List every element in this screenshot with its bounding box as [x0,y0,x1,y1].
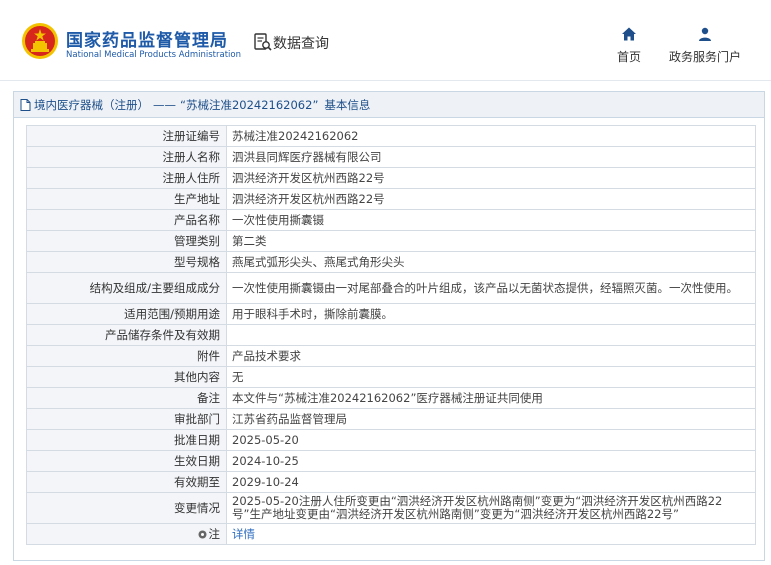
site-subtitle: National Medical Products Administration [66,50,241,60]
user-icon [699,27,711,41]
row-key: 生产地址 [26,188,227,210]
table-row: 审批部门 江苏省药品监督管理局 [26,408,756,430]
search-document-icon [254,33,272,51]
row-key: 批准日期 [26,429,227,451]
detail-panel: 境内医疗器械（注册） —— “苏械注准20242162062” 基本信息 注册证… [13,91,765,561]
row-key: 结构及组成/主要组成成分 [26,272,227,304]
row-value: 2024-10-25 [226,450,756,472]
row-key: 适用范围/预期用途 [26,303,227,325]
row-value: 2025-05-20注册人住所变更由“泗洪经济开发区杭州路南侧”变更为“泗洪经济… [226,492,756,524]
breadcrumb: 境内医疗器械（注册） —— “苏械注准20242162062” 基本信息 [14,92,764,118]
note-key-cell: 注 [26,523,227,545]
table-row: 生产地址 泗洪经济开发区杭州西路22号 [26,188,756,210]
row-value: 泗洪经济开发区杭州西路22号 [226,188,756,210]
row-value: 第二类 [226,230,756,252]
row-value: 一次性使用撕囊镊 [226,209,756,231]
breadcrumb-section[interactable]: 境内医疗器械（注册） [34,97,149,113]
table-row: 备注 本文件与“苏械注准20242162062”医疗器械注册证共同使用 [26,387,756,409]
row-value: 一次性使用撕囊镊由一对尾部叠合的叶片组成，该产品以无菌状态提供，经辐照灭菌。一次… [226,272,756,304]
row-key: 备注 [26,387,227,409]
table-row: 批准日期 2025-05-20 [26,429,756,451]
row-key: 型号规格 [26,251,227,273]
table-row: 其他内容无 [26,366,756,388]
note-key: 注 [208,526,221,541]
row-value [226,324,756,346]
table-row: 管理类别 第二类 [26,230,756,252]
table-row: 产品储存条件及有效期 [26,324,756,346]
row-key: 产品名称 [26,209,227,231]
table-row: 附件 产品技术要求 [26,345,756,367]
row-key: 注册人名称 [26,146,227,168]
row-value: 无 [226,366,756,388]
data-query-title: 数据查询 [273,36,329,52]
table-row: 生效日期 2024-10-25 [26,450,756,472]
row-key: 附件 [26,345,227,367]
row-value: 本文件与“苏械注准20242162062”医疗器械注册证共同使用 [226,387,756,409]
row-value: 泗洪经济开发区杭州西路22号 [226,167,756,189]
document-icon [20,98,31,111]
info-table: 注册证编号 苏械注准20242162062 注册人名称 泗洪县同辉医疗器械有限公司 … [26,125,756,545]
row-value: 2025-05-20 [226,429,756,451]
breadcrumb-separator: —— [153,97,176,112]
row-value: 泗洪县同辉医疗器械有限公司 [226,146,756,168]
row-key: 产品储存条件及有效期 [26,324,227,346]
row-key: 注册证编号 [26,125,227,147]
row-key: 注册人住所 [26,167,227,189]
row-value: 江苏省药品监督管理局 [226,408,756,430]
table-row: 有效期至 2029-10-24 [26,471,756,493]
row-value: 2029-10-24 [226,471,756,493]
row-key: 审批部门 [26,408,227,430]
row-key: 其他内容 [26,366,227,388]
table-row: 注册证编号 苏械注准20242162062 [26,125,756,147]
table-row: 产品名称 一次性使用撕囊镊 [26,209,756,231]
site-header: 国家药品监督管理局 National Medical Products Admi… [0,0,771,81]
home-icon [622,27,636,41]
national-emblem-icon [22,23,58,59]
note-value-cell: 详情 [226,523,756,545]
row-value: 苏械注准20242162062 [226,125,756,147]
row-key: 有效期至 [26,471,227,493]
details-link[interactable]: 详情 [232,527,255,541]
nav-service-portal[interactable]: 政务服务门户 [665,26,745,65]
breadcrumb-suffix: 基本信息 [324,97,371,112]
row-key: 生效日期 [26,450,227,472]
row-value: 产品技术要求 [226,345,756,367]
nav-home[interactable]: 首页 [613,26,645,65]
location-pin-icon [198,530,206,538]
breadcrumb-item: “苏械注准20242162062” [180,97,319,112]
table-row: 变更情况 2025-05-20注册人住所变更由“泗洪经济开发区杭州路南侧”变更为“… [26,492,756,524]
row-value: 燕尾式弧形尖头、燕尾式角形尖头 [226,251,756,273]
table-row: 型号规格 燕尾式弧形尖头、燕尾式角形尖头 [26,251,756,273]
site-title: 国家药品监督管理局 [66,31,228,51]
table-row: 注册人住所 泗洪经济开发区杭州西路22号 [26,167,756,189]
row-key: 变更情况 [26,492,227,524]
row-value: 用于眼科手术时，撕除前囊膜。 [226,303,756,325]
table-row: 注 详情 [26,523,756,545]
row-key: 管理类别 [26,230,227,252]
table-row: 注册人名称 泗洪县同辉医疗器械有限公司 [26,146,756,168]
nav-service-portal-label: 政务服务门户 [668,50,741,64]
nav-home-label: 首页 [616,50,641,64]
table-row: 结构及组成/主要组成成分 一次性使用撕囊镊由一对尾部叠合的叶片组成，该产品以无菌状… [26,272,756,304]
table-row: 适用范围/预期用途 用于眼科手术时，撕除前囊膜。 [26,303,756,325]
